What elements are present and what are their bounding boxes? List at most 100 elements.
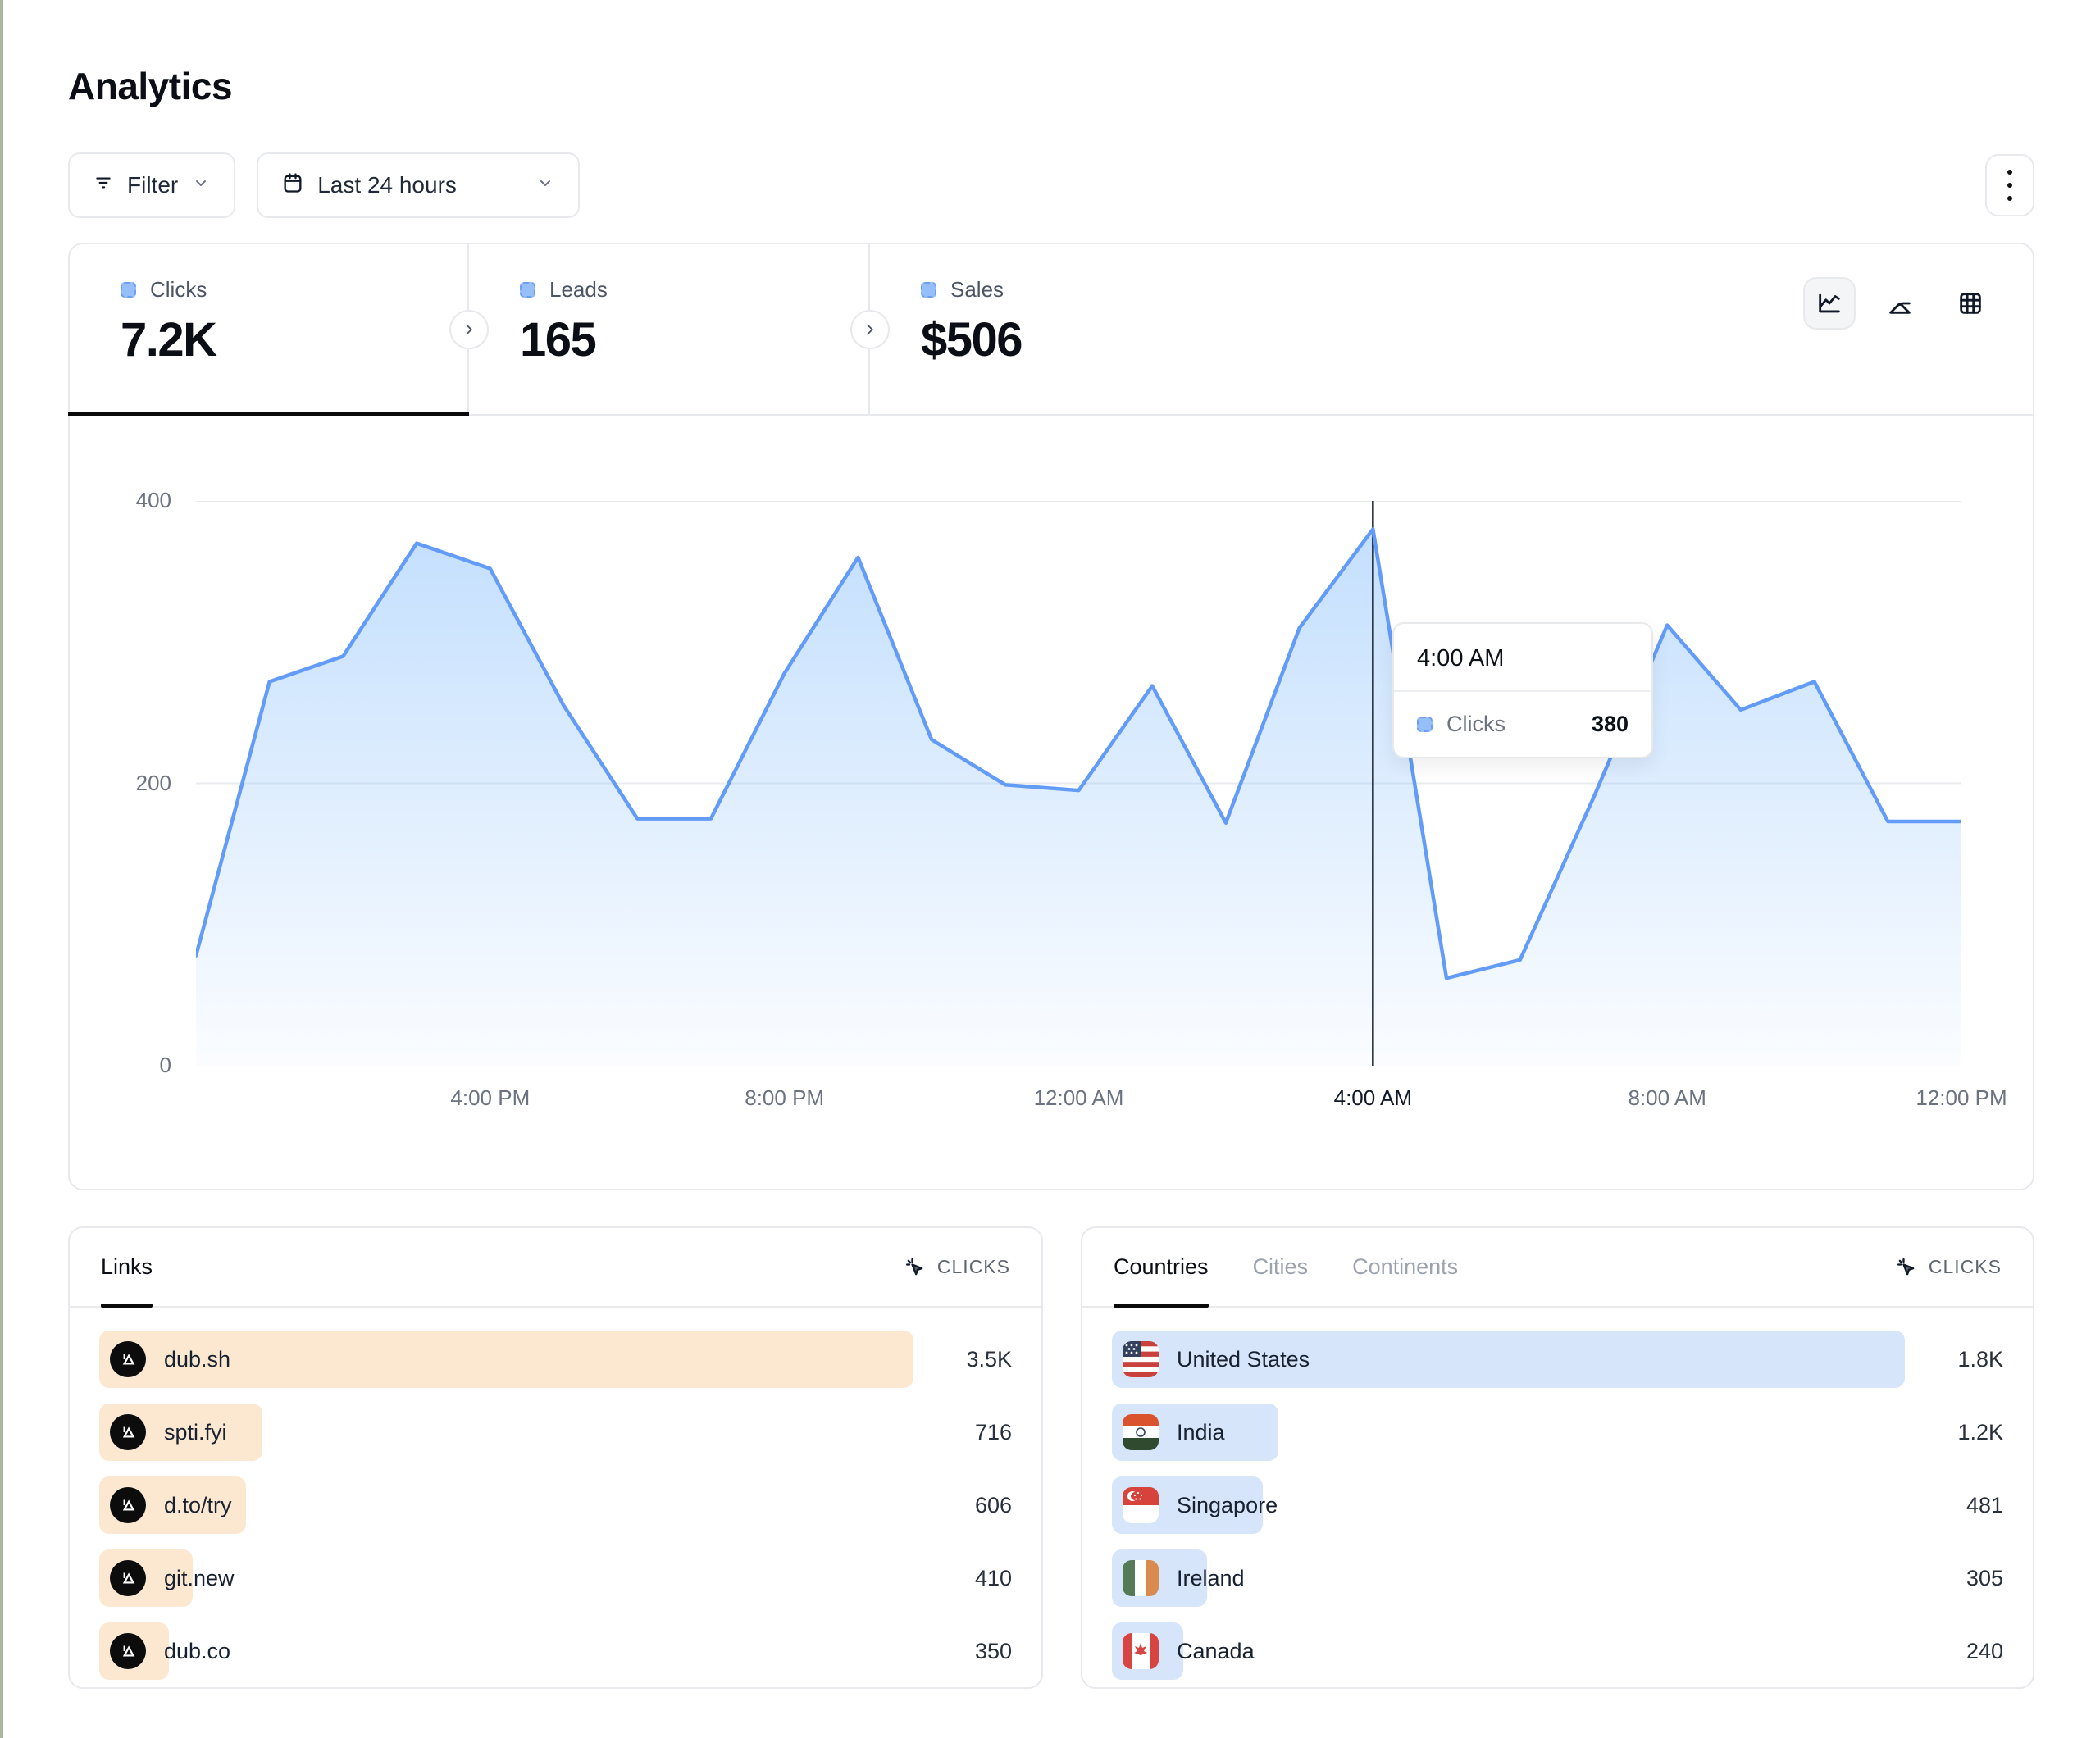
chevron-down-icon (191, 172, 211, 198)
x-tick-label: 8:00 PM (745, 1085, 824, 1111)
filter-button-label: Filter (127, 172, 178, 198)
cursor-click-icon (1895, 1256, 1918, 1279)
more-options-button[interactable] (1985, 154, 2034, 216)
x-axis: 4:00 PM8:00 PM12:00 AM4:00 AM8:00 AM12:0… (196, 1066, 1958, 1123)
chevron-right-icon (861, 321, 879, 339)
x-tick-label: 8:00 AM (1628, 1085, 1706, 1111)
link-label: git.new (164, 1566, 235, 1591)
y-tick-label: 400 (73, 488, 171, 513)
flag-ie-icon (1123, 1560, 1159, 1596)
x-tick-label: 12:00 PM (1916, 1085, 2007, 1111)
page-title: Analytics (68, 64, 232, 108)
flag-in-icon (1123, 1414, 1159, 1450)
country-clicks-value: 481 (1905, 1493, 2003, 1518)
leads-legend-swatch (520, 282, 535, 298)
tooltip-series-label: Clicks (1446, 712, 1506, 737)
x-tick-label: 12:00 AM (1034, 1085, 1124, 1111)
link-row[interactable]: git.new 410 (99, 1549, 1012, 1607)
x-tick-label: 4:00 AM (1334, 1085, 1412, 1111)
page-edge-stripe (0, 0, 3, 1738)
link-row[interactable]: spti.fyi 716 (99, 1404, 1012, 1461)
country-row[interactable]: Singapore 481 (1112, 1476, 2003, 1534)
tab-continents[interactable]: Continents (1352, 1228, 1458, 1306)
countries-panel: Countries Cities Continents CLICKS Unite… (1081, 1226, 2034, 1689)
metric-label: Leads (549, 277, 608, 303)
link-clicks-value: 350 (913, 1639, 1012, 1664)
metric-value: 165 (520, 312, 868, 367)
flag-ca-icon (1123, 1633, 1159, 1669)
link-row[interactable]: dub.sh 3.5K (99, 1331, 1012, 1388)
link-clicks-value: 716 (913, 1420, 1012, 1445)
country-clicks-value: 1.8K (1905, 1347, 2003, 1372)
tab-clicks[interactable]: Clicks 7.2K (70, 244, 469, 414)
link-row[interactable]: d.to/try 606 (99, 1476, 1012, 1534)
tooltip-value: 380 (1592, 712, 1629, 737)
country-clicks-value: 240 (1905, 1639, 2003, 1664)
table-view-button[interactable] (1944, 277, 1997, 330)
countries-metric-key[interactable]: CLICKS (1895, 1228, 2002, 1306)
tab-cities[interactable]: Cities (1253, 1228, 1309, 1306)
country-label: India (1177, 1420, 1225, 1445)
country-clicks-value: 305 (1905, 1566, 2003, 1591)
funnel-icon (1886, 289, 1914, 317)
tab-links[interactable]: Links (101, 1228, 153, 1306)
country-label: Ireland (1177, 1566, 1245, 1591)
tooltip-time: 4:00 AM (1394, 624, 1651, 692)
chart-tooltip: 4:00 AM Clicks 380 (1392, 622, 1653, 758)
links-metric-key[interactable]: CLICKS (904, 1228, 1010, 1306)
calendar-icon (281, 171, 304, 200)
flag-sg-icon (1123, 1487, 1159, 1523)
y-tick-label: 200 (73, 771, 171, 796)
link-clicks-value: 606 (913, 1493, 1012, 1518)
metric-label: Sales (950, 277, 1004, 303)
kebab-menu-icon (2007, 170, 2012, 175)
country-row[interactable]: Ireland 305 (1112, 1549, 2003, 1607)
links-panel: Links CLICKS dub.sh 3.5K (68, 1226, 1043, 1689)
link-label: dub.sh (164, 1347, 230, 1372)
country-row[interactable]: India 1.2K (1112, 1404, 2003, 1461)
dub-logo-icon (110, 1341, 146, 1377)
x-tick-label: 4:00 PM (450, 1085, 530, 1111)
metric-value: 7.2K (121, 312, 467, 367)
clicks-area-chart[interactable]: 0200400 4:00 AM Clicks 380 (196, 501, 1958, 1066)
link-clicks-value: 3.5K (913, 1347, 1012, 1372)
metric-label: Clicks (150, 277, 207, 303)
clicks-legend-swatch (121, 282, 136, 298)
link-label: d.to/try (164, 1493, 232, 1518)
link-clicks-value: 410 (913, 1566, 1012, 1591)
expand-clicks-chip[interactable] (449, 310, 489, 349)
country-row[interactable]: United States 1.8K (1112, 1331, 2003, 1388)
chevron-down-icon (535, 172, 555, 198)
dub-logo-icon (110, 1633, 146, 1669)
chart-canvas[interactable] (196, 501, 1961, 1066)
chart-view-toggles (1803, 277, 1997, 330)
chevron-right-icon (460, 321, 478, 339)
link-row[interactable]: dub.co 350 (99, 1622, 1012, 1680)
country-label: United States (1177, 1347, 1310, 1372)
country-label: Singapore (1177, 1493, 1278, 1518)
funnel-view-button[interactable] (1874, 277, 1926, 330)
date-range-button[interactable]: Last 24 hours (257, 152, 580, 218)
country-clicks-value: 1.2K (1905, 1420, 2003, 1445)
link-label: spti.fyi (164, 1420, 227, 1445)
filter-button[interactable]: Filter (68, 152, 235, 218)
link-label: dub.co (164, 1639, 230, 1664)
country-row[interactable]: Canada 240 (1112, 1622, 2003, 1680)
y-tick-label: 0 (73, 1053, 171, 1078)
dub-logo-icon (110, 1414, 146, 1450)
line-chart-icon (1815, 289, 1843, 317)
flag-us-icon (1123, 1341, 1159, 1377)
expand-leads-chip[interactable] (850, 310, 890, 349)
line-chart-view-button[interactable] (1803, 277, 1856, 330)
filter-icon (93, 172, 114, 199)
tab-countries[interactable]: Countries (1114, 1228, 1209, 1306)
dub-logo-icon (110, 1487, 146, 1523)
grid-icon (1957, 289, 1984, 317)
cursor-click-icon (904, 1256, 927, 1279)
country-label: Canada (1177, 1639, 1255, 1664)
tab-leads[interactable]: Leads 165 (469, 244, 870, 414)
dub-logo-icon (110, 1560, 146, 1596)
sales-legend-swatch (921, 282, 936, 298)
active-tab-underline (68, 412, 469, 416)
date-range-label: Last 24 hours (317, 172, 457, 198)
